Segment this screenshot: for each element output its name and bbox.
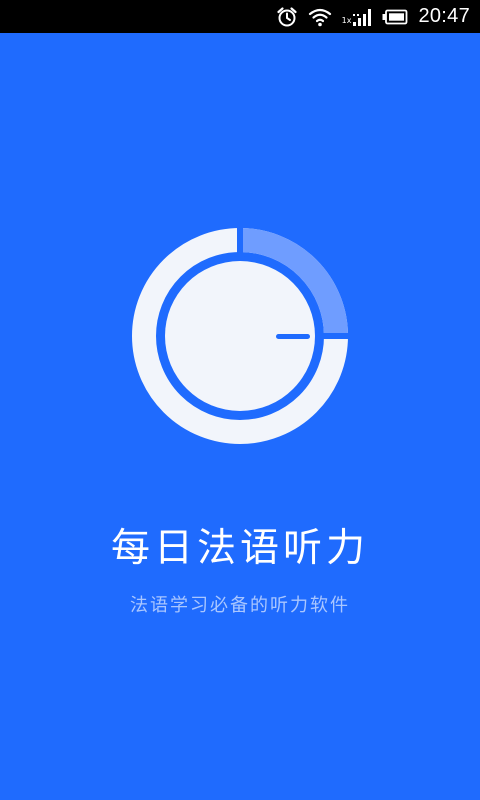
battery-icon: [382, 9, 408, 25]
app-title: 每日法语听力: [110, 526, 369, 571]
app-screen: 1x 20:47 每日法语听力 法语学习必备的听力软件: [0, 0, 480, 800]
status-time: 20:47: [418, 5, 470, 27]
splash-screen: 每日法语听力 法语学习必备的听力软件: [0, 33, 480, 800]
wifi-icon: [308, 7, 332, 27]
status-bar: 1x 20:47: [0, 0, 480, 33]
app-subtitle: 法语学习必备的听力软件: [130, 595, 350, 616]
signal-icon: 1x: [342, 7, 373, 27]
signal-label: 1x: [341, 15, 352, 25]
timer-dial-icon: [130, 226, 350, 446]
alarm-icon: [276, 6, 298, 28]
